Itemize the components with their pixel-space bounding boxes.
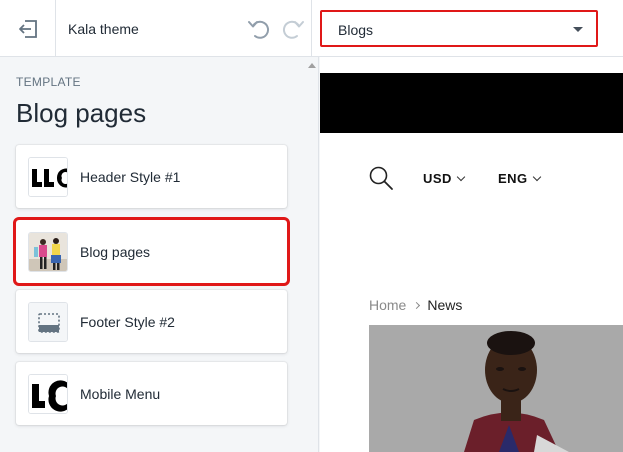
section-card-label: Blog pages [80, 244, 151, 260]
breadcrumb-home-link[interactable]: Home [369, 297, 406, 313]
section-card-blog-pages[interactable]: Blog pages [13, 217, 290, 286]
editor-top-bar: Kala theme Blogs [0, 0, 623, 57]
exit-icon [18, 19, 37, 38]
toolbar-divider [311, 0, 312, 57]
caret-down-icon [573, 27, 583, 32]
undo-button[interactable] [245, 15, 271, 41]
search-icon[interactable] [368, 165, 394, 191]
currency-selector[interactable]: USD [423, 171, 466, 186]
exit-editor-button[interactable] [0, 0, 56, 57]
currency-value: USD [423, 171, 452, 186]
undo-icon [248, 20, 270, 39]
scroll-up-arrow-icon[interactable] [308, 63, 316, 68]
breadcrumb-current: News [427, 297, 463, 313]
page-template-select[interactable]: Blogs [320, 10, 598, 47]
store-preview: USD ENG Home News [320, 57, 623, 452]
section-card-label: Mobile Menu [80, 386, 161, 402]
chevron-right-icon [413, 301, 421, 309]
sidebar-scrollbar[interactable] [304, 57, 319, 452]
section-card-mobile-menu[interactable]: Mobile Menu [16, 362, 287, 425]
language-selector[interactable]: ENG [498, 171, 541, 186]
preview-top-banner [320, 73, 623, 133]
language-value: ENG [498, 171, 528, 186]
section-card-label: Header Style #1 [80, 169, 181, 185]
chevron-down-icon [532, 172, 541, 181]
redo-icon [282, 20, 304, 39]
section-card-footer-style[interactable]: Footer Style #2 [16, 290, 287, 353]
mobile-menu-thumbnail [28, 374, 68, 414]
theme-name: Kala theme [68, 21, 139, 37]
blog-featured-image [369, 325, 623, 452]
redo-button[interactable] [281, 15, 307, 41]
section-title: Blog pages [16, 98, 147, 128]
footer-icon [28, 302, 68, 342]
blog-thumbnail [28, 232, 68, 272]
sections-sidebar: TEMPLATE Blog pages Header Style #1 Blog… [0, 57, 304, 452]
section-card-header-style[interactable]: Header Style #1 [16, 145, 287, 208]
page-template-value: Blogs [338, 22, 374, 38]
section-label: TEMPLATE [16, 75, 81, 89]
breadcrumb: Home News [369, 297, 462, 313]
section-card-label: Footer Style #2 [80, 314, 175, 330]
header-thumbnail [28, 157, 68, 197]
chevron-down-icon [456, 172, 466, 181]
